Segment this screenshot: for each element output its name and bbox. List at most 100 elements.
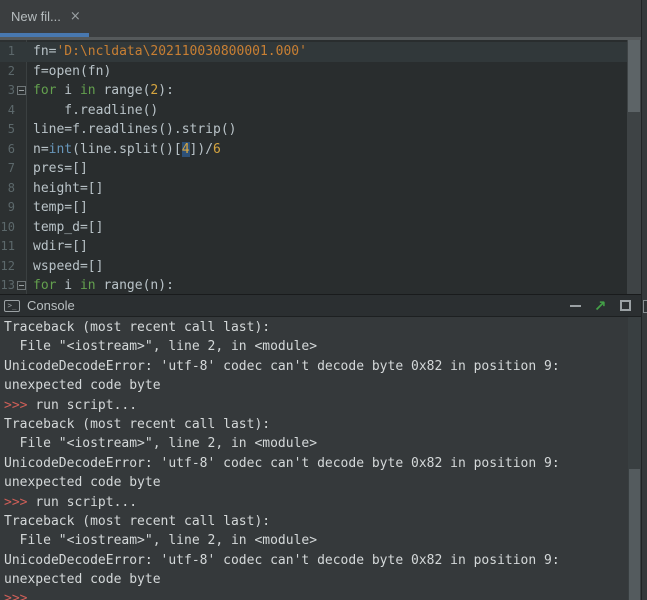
restore-button[interactable]: ↗ xyxy=(592,298,608,314)
code-text: f=open(fn) xyxy=(27,62,111,82)
code-token: UnicodeDecodeError: 'utf-8' codec can't … xyxy=(4,553,560,568)
code-token: f=open(fn) xyxy=(33,64,111,79)
console-line: unexpected code byte xyxy=(0,473,628,492)
code-text: f.readline() xyxy=(27,101,158,121)
code-text: wdir=[] xyxy=(27,237,88,257)
line-number: 12 xyxy=(0,257,15,277)
code-token: 6 xyxy=(213,142,221,157)
console-line: unexpected code byte xyxy=(0,376,628,395)
fold-area xyxy=(15,218,27,238)
code-token: unexpected code byte xyxy=(4,475,161,490)
fold-marker-icon[interactable] xyxy=(17,281,26,290)
code-token: i xyxy=(56,83,79,98)
tab-new-file[interactable]: New fil... × xyxy=(0,0,91,33)
editor-line[interactable]: 8 height=[] xyxy=(0,179,627,199)
code-token: n= xyxy=(33,142,49,157)
code-token: UnicodeDecodeError: 'utf-8' codec can't … xyxy=(4,456,560,471)
maximize-button[interactable] xyxy=(617,298,633,314)
editor-line[interactable]: 9temp=[] xyxy=(0,198,627,218)
fold-area xyxy=(15,159,27,179)
fold-area xyxy=(15,42,27,62)
code-text: line=f.readlines().strip() xyxy=(27,120,237,140)
editor-line[interactable]: 13for i in range(n): xyxy=(0,276,627,294)
editor-line[interactable]: 11wdir=[] xyxy=(0,237,627,257)
console-line: unexpected code byte xyxy=(0,570,628,589)
code-token: File "<iostream>", line 2, in <module> xyxy=(4,339,317,354)
code-text: temp=[] xyxy=(27,198,88,218)
code-token: for xyxy=(33,278,56,293)
code-text: temp_d=[] xyxy=(27,218,103,238)
line-number: 3 xyxy=(0,81,15,101)
console-scrollbar-thumb[interactable] xyxy=(629,469,640,600)
console-line: >>> run script... xyxy=(0,396,628,415)
console-line: Traceback (most recent call last): xyxy=(0,512,628,531)
console-output[interactable]: Traceback (most recent call last): File … xyxy=(0,317,641,600)
code-token: in xyxy=(80,83,96,98)
editor-line[interactable]: 10 temp_d=[] xyxy=(0,218,627,238)
console-line: >>> xyxy=(0,589,628,600)
editor-line[interactable]: 6n=int(line.split()[4])/6 xyxy=(0,140,627,160)
tool-window-stub-icon[interactable] xyxy=(643,300,647,313)
code-token: line=f.readlines().strip() xyxy=(33,122,237,137)
line-number: 1 xyxy=(0,42,15,62)
code-text: wspeed=[] xyxy=(27,257,103,277)
code-token: File "<iostream>", line 2, in <module> xyxy=(4,533,317,548)
line-number: 2 xyxy=(0,62,15,82)
editor-line[interactable]: 1 fn='D:\ncldata\202110030800001.000' xyxy=(0,42,627,62)
line-number: 6 xyxy=(0,140,15,160)
code-token: range(n): xyxy=(96,278,174,293)
minimize-button[interactable] xyxy=(567,298,583,314)
console-line: Traceback (most recent call last): xyxy=(0,318,628,337)
console-scrollbar[interactable] xyxy=(628,317,641,600)
line-number: 8 xyxy=(0,179,15,199)
code-text: pres=[] xyxy=(27,159,88,179)
code-editor[interactable]: 1 fn='D:\ncldata\202110030800001.000' 2 f=o… xyxy=(0,40,641,294)
code-token: temp=[] xyxy=(33,200,88,215)
code-token: height=[] xyxy=(33,181,103,196)
code-token: pres=[] xyxy=(33,161,88,176)
editor-line[interactable]: 2 f=open(fn) xyxy=(0,62,627,82)
console-lines: Traceback (most recent call last): File … xyxy=(0,318,628,600)
fold-area xyxy=(15,179,27,199)
code-token: ): xyxy=(158,83,174,98)
editor-scrollbar[interactable] xyxy=(627,40,641,294)
fold-marker-icon[interactable] xyxy=(17,86,26,95)
fold-area xyxy=(15,257,27,277)
editor-scrollbar-thumb[interactable] xyxy=(628,40,640,112)
fold-area xyxy=(15,120,27,140)
code-token: in xyxy=(80,278,96,293)
maximize-icon xyxy=(620,300,631,311)
code-token: Traceback (most recent call last): xyxy=(4,320,270,335)
ide-window: New fil... × 1 fn='D:\ncldata\20211003080… xyxy=(0,0,647,600)
code-token: run script... xyxy=(35,398,137,413)
fold-area xyxy=(15,276,27,294)
code-token: File "<iostream>", line 2, in <module> xyxy=(4,436,317,451)
code-token: f.readline() xyxy=(33,103,158,118)
line-number: 5 xyxy=(0,120,15,140)
console-line: >>> run script... xyxy=(0,493,628,512)
code-token: unexpected code byte xyxy=(4,378,161,393)
editor-line[interactable]: 3 for i in range(2): xyxy=(0,81,627,101)
fold-area xyxy=(15,62,27,82)
code-text: n=int(line.split()[4])/6 xyxy=(27,140,221,160)
editor-line[interactable]: 5 line=f.readlines().strip() xyxy=(0,120,627,140)
code-token: >>> xyxy=(4,591,27,600)
tab-label: New fil... xyxy=(11,9,61,24)
code-token: UnicodeDecodeError: 'utf-8' codec can't … xyxy=(4,359,560,374)
editor-line[interactable]: 4 f.readline() xyxy=(0,101,627,121)
code-token: int xyxy=(49,142,72,157)
console-title: Console xyxy=(27,298,558,313)
close-icon[interactable]: × xyxy=(70,10,81,23)
line-number: 10 xyxy=(0,218,15,238)
code-text: for i in range(2): xyxy=(27,81,174,101)
fold-area xyxy=(15,140,27,160)
fold-area xyxy=(15,198,27,218)
editor-line[interactable]: 7pres=[] xyxy=(0,159,627,179)
code-token: i xyxy=(56,278,79,293)
code-token: 4 xyxy=(182,142,190,157)
code-token: fn= xyxy=(33,44,56,59)
code-token: for xyxy=(33,83,56,98)
editor-line[interactable]: 12 wspeed=[] xyxy=(0,257,627,277)
code-token: 'D:\ncldata\202110030800001.000' xyxy=(56,44,306,59)
fold-area xyxy=(15,101,27,121)
